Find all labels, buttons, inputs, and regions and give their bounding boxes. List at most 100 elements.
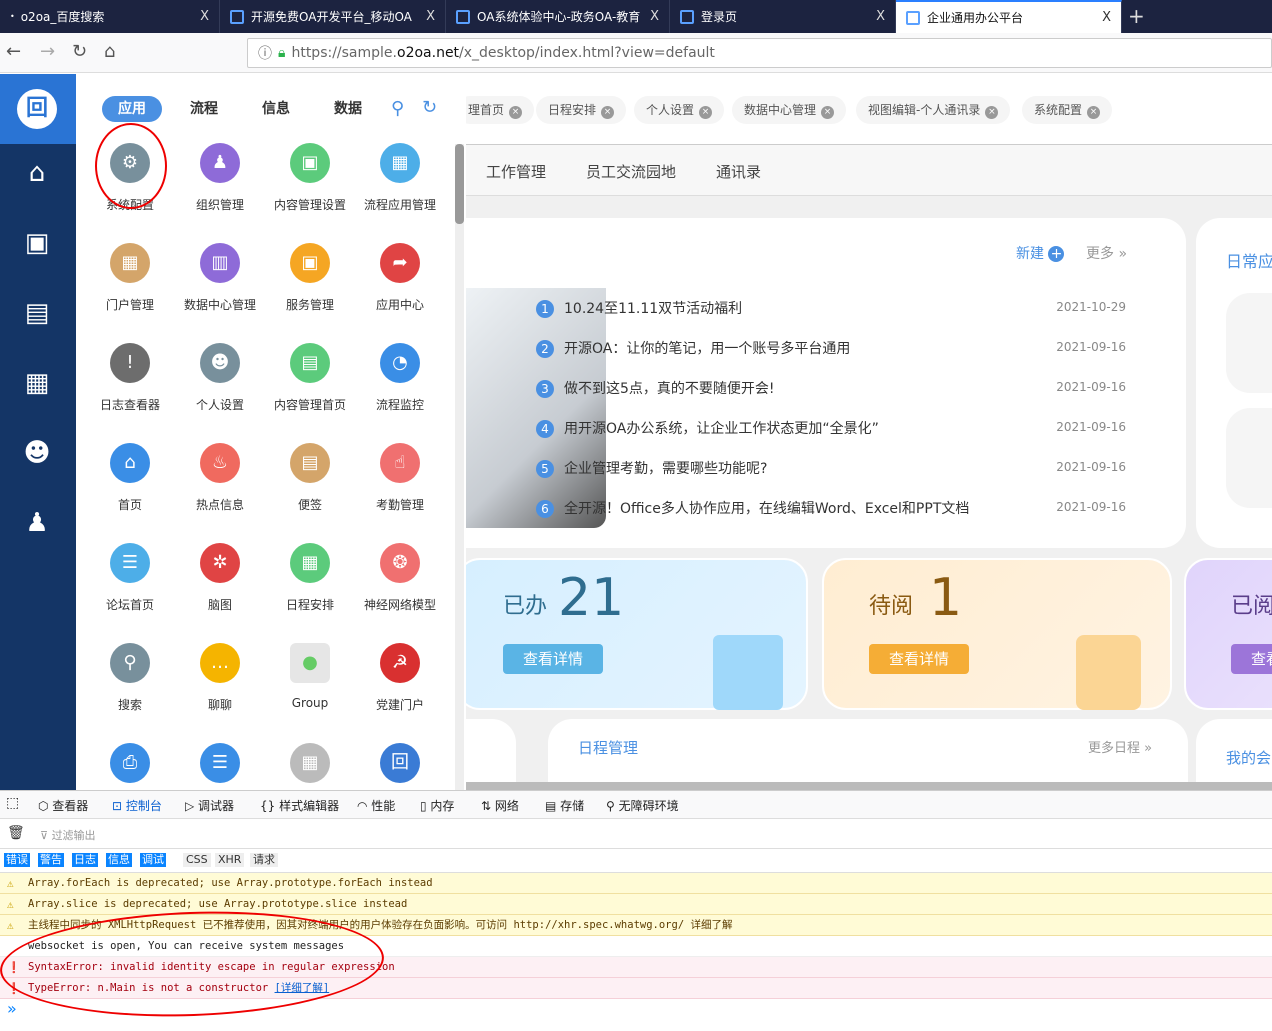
news-item[interactable]: 2 开源OA：让你的笔记，用一个账号多平台通用 2021-09-16: [536, 338, 1126, 358]
horizontal-scrollbar[interactable]: [466, 782, 1272, 790]
home-icon[interactable]: ⌂: [22, 159, 52, 187]
level-filter-button[interactable]: 调试: [140, 853, 166, 867]
menu-forum[interactable]: 员工交流园地: [586, 161, 676, 182]
new-tab-button[interactable]: +: [1128, 4, 1145, 28]
news-item[interactable]: 3 做不到这5点，真的不要随便开会! 2021-09-16: [536, 378, 1126, 398]
browser-tab[interactable]: OA系统体验中心-政务OA-教育 X: [446, 0, 670, 33]
app-search[interactable]: ⚲ 搜索: [85, 643, 175, 713]
browser-tab[interactable]: 开源免费OA开发平台_移动OA X: [220, 0, 446, 33]
close-circle-icon[interactable]: ×: [699, 106, 713, 119]
daily-app-tile[interactable]: [1226, 293, 1272, 393]
learn-more-link[interactable]: [详细了解]: [275, 982, 330, 994]
more-schedule-link[interactable]: 更多日程 »: [1088, 737, 1152, 756]
search-icon[interactable]: ⚲: [391, 98, 404, 119]
news-item[interactable]: 1 10.24至11.11双节活动福利 2021-10-29: [536, 298, 1126, 318]
app-forum[interactable]: ☰ 论坛首页: [85, 543, 175, 613]
app-monitor[interactable]: ▣ 内容管理设置: [265, 143, 355, 213]
close-circle-icon[interactable]: ×: [601, 106, 615, 119]
app-hand[interactable]: ☝ 考勤管理: [355, 443, 445, 513]
new-button[interactable]: 新建 +: [1016, 243, 1065, 263]
level-filter-button[interactable]: 日志: [72, 853, 98, 867]
close-tab-icon[interactable]: X: [1102, 10, 1111, 25]
app-flow[interactable]: ▦ 流程应用管理: [355, 143, 445, 213]
close-tab-icon[interactable]: X: [426, 9, 435, 24]
browser-tab-active[interactable]: 企业通用办公平台 X: [896, 0, 1122, 33]
pick-element-icon[interactable]: ⬚: [6, 795, 19, 811]
devtools-tab[interactable]: ▷ 调试器: [185, 797, 234, 814]
window-tab[interactable]: 理首页 ×: [466, 96, 535, 124]
view-details-button[interactable]: 查看详情: [503, 644, 603, 674]
launcher-scrollbar[interactable]: [455, 144, 464, 790]
url-bar[interactable]: ⓘ 🔒︎ https://sample. o2oa.net/x_desktop/ind…: [247, 38, 1272, 68]
news-item[interactable]: 5 企业管理考勤，需要哪些功能呢? 2021-09-16: [536, 458, 1126, 478]
view-details-button[interactable]: 查看详情: [869, 644, 969, 674]
user-settings-icon[interactable]: ☻: [22, 439, 52, 467]
logo[interactable]: 回: [0, 74, 76, 144]
category-tab-process[interactable]: 流程: [174, 96, 234, 122]
app-server[interactable]: ☰: [175, 743, 265, 783]
devtools-tab[interactable]: ⊡ 控制台: [112, 797, 162, 814]
browser-tab[interactable]: • o2oa_百度搜索 X: [0, 0, 220, 33]
type-filter-button[interactable]: 请求: [250, 853, 278, 867]
close-circle-icon[interactable]: ×: [985, 106, 999, 119]
menu-contacts[interactable]: 通讯录: [716, 161, 761, 182]
app-brain[interactable]: ❂ 神经网络模型: [355, 543, 445, 613]
app-mindmap[interactable]: ✲ 脑图: [175, 543, 265, 613]
app-news[interactable]: ▤ 内容管理首页: [265, 343, 355, 413]
scrollbar-thumb[interactable]: [455, 144, 464, 224]
type-filter-button[interactable]: CSS: [183, 853, 211, 867]
app-o2[interactable]: 回: [355, 743, 445, 783]
app-grid[interactable]: ▦: [265, 743, 355, 783]
app-user-settings[interactable]: ☻ 个人设置: [175, 343, 265, 413]
devtools-tab[interactable]: ⬡ 查看器: [38, 797, 88, 814]
view-details-button[interactable]: 查看详情: [1231, 644, 1272, 674]
trash-icon[interactable]: 🗑︎: [7, 825, 25, 841]
devtools-tab[interactable]: ⇅ 网络: [481, 797, 519, 814]
app-chart[interactable]: ▥ 数据中心管理: [175, 243, 265, 313]
browser-tab[interactable]: 登录页 X: [670, 0, 896, 33]
close-tab-icon[interactable]: X: [200, 9, 209, 24]
app-home[interactable]: ⌂ 首页: [85, 443, 175, 513]
calendar-icon[interactable]: ▦: [22, 369, 52, 397]
daily-app-tile[interactable]: [1226, 408, 1272, 508]
window-tab[interactable]: 系统配置 ×: [1022, 96, 1113, 124]
type-filter-button[interactable]: XHR: [215, 853, 245, 867]
devtools-tab[interactable]: ◠ 性能: [357, 797, 395, 814]
app-printer[interactable]: ⎙: [85, 743, 175, 783]
close-circle-icon[interactable]: ×: [509, 106, 523, 119]
app-gear[interactable]: ⚙ 系统配置: [85, 143, 175, 213]
window-tab[interactable]: 视图编辑-个人通讯录 ×: [856, 96, 1011, 124]
forward-icon[interactable]: →: [40, 41, 55, 62]
app-app-center[interactable]: ➦ 应用中心: [355, 243, 445, 313]
home-icon[interactable]: ⌂: [104, 41, 115, 62]
app-portal[interactable]: ▦ 门户管理: [85, 243, 175, 313]
menu-work[interactable]: 工作管理: [486, 161, 546, 182]
level-filter-button[interactable]: 错误: [4, 853, 30, 867]
level-filter-button[interactable]: 信息: [106, 853, 132, 867]
level-filter-button[interactable]: 警告: [38, 853, 64, 867]
window-tab[interactable]: 个人设置 ×: [634, 96, 725, 124]
news-item[interactable]: 6 全开源！Office多人协作应用，在线编辑Word、Excel和PPT文档 20…: [536, 498, 1126, 518]
app-group[interactable]: ● Group: [265, 643, 355, 710]
close-tab-icon[interactable]: X: [650, 9, 659, 24]
refresh-icon[interactable]: ↻: [422, 97, 437, 118]
app-party[interactable]: ☭ 党建门户: [355, 643, 445, 713]
back-icon[interactable]: ←: [6, 41, 21, 62]
window-tab[interactable]: 数据中心管理 ×: [732, 96, 847, 124]
app-org[interactable]: ♟ 组织管理: [175, 143, 265, 213]
console-input-prompt[interactable]: »: [7, 999, 17, 1018]
devtools-tab[interactable]: {} 样式编辑器: [260, 797, 339, 814]
filter-input[interactable]: ⊽ 过滤输出: [40, 827, 96, 843]
category-tab-apps[interactable]: 应用: [102, 96, 162, 122]
app-chat[interactable]: … 聊聊: [175, 643, 265, 713]
user-monitor-icon[interactable]: ▣: [22, 229, 52, 257]
app-fire[interactable]: ♨ 热点信息: [175, 443, 265, 513]
devtools-tab[interactable]: ▤ 存储: [545, 797, 584, 814]
more-link[interactable]: 更多 »: [1086, 243, 1127, 263]
devtools-tab[interactable]: ⚲ 无障碍环境: [606, 797, 679, 814]
category-tab-info[interactable]: 信息: [246, 96, 306, 122]
app-note[interactable]: ▤ 便签: [265, 443, 355, 513]
app-gauge[interactable]: ◔ 流程监控: [355, 343, 445, 413]
app-service[interactable]: ▣ 服务管理: [265, 243, 355, 313]
close-circle-icon[interactable]: ×: [821, 106, 835, 119]
